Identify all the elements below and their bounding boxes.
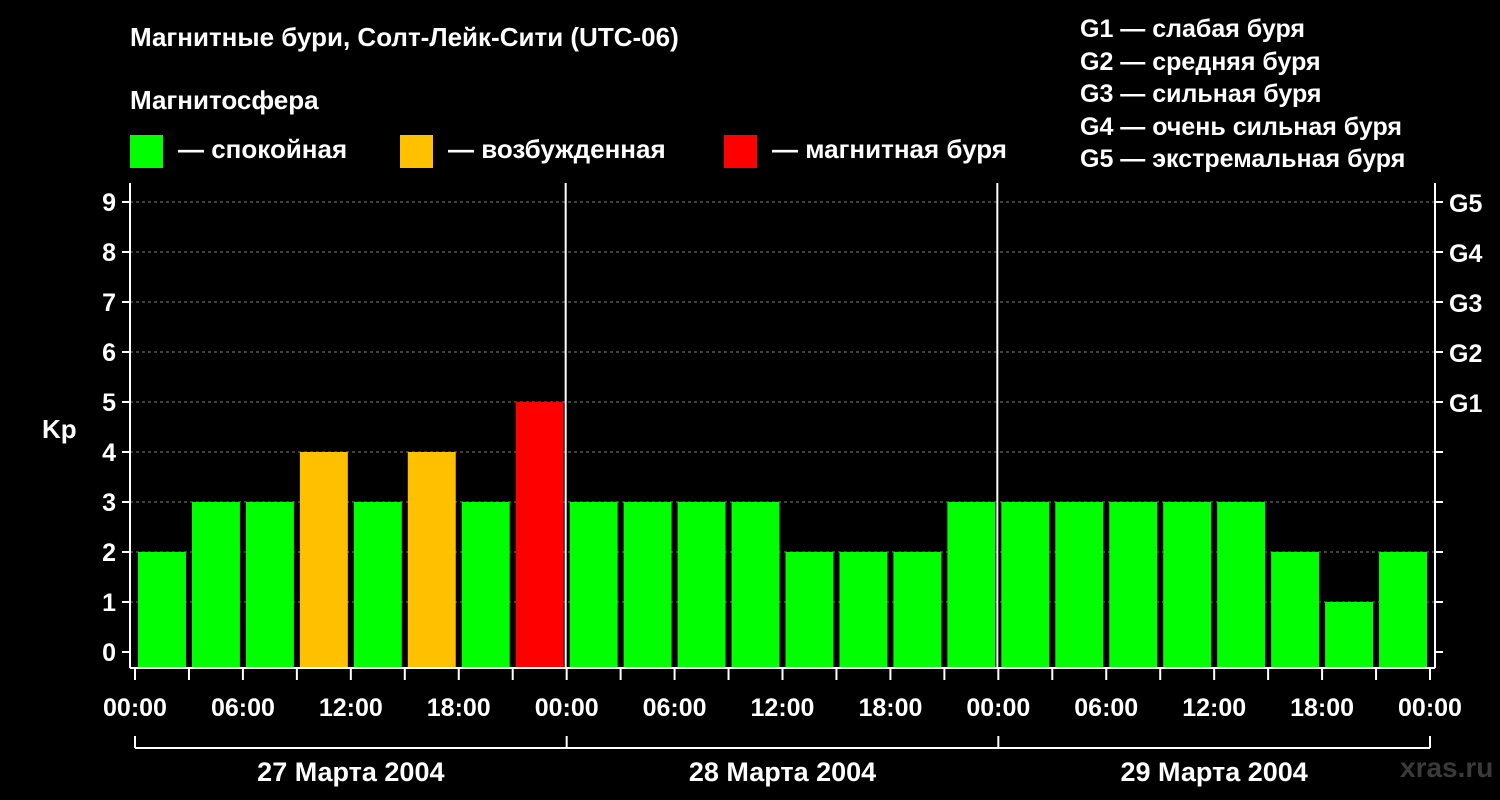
y-axis-label: Kp <box>42 414 77 444</box>
x-tick-label: 18:00 <box>858 694 922 722</box>
kp-bar <box>1271 552 1320 668</box>
kp-bar <box>515 402 564 668</box>
kp-bar <box>353 502 402 668</box>
y-tick-label: 4 <box>102 439 116 467</box>
day-label: 27 Марта 2004 <box>257 757 444 787</box>
y-tick-label: 7 <box>102 289 116 317</box>
kp-bar-chart: 0 1 2 3 4 5 6 7 8 9 G1 G2 G3 G4 G5 Kp 00:00 06:00 12:00 18:… <box>42 183 1482 787</box>
x-tick-label: 06:00 <box>643 694 707 722</box>
kp-bar <box>1001 502 1050 668</box>
x-tick-label: 00:00 <box>966 694 1030 722</box>
y-tick-label: 3 <box>102 489 116 517</box>
kp-bar <box>191 502 240 668</box>
x-tick-label: 18:00 <box>1290 694 1354 722</box>
x-tick-label: 12:00 <box>751 694 815 722</box>
kp-bar <box>1163 502 1212 668</box>
x-tick-label: 00:00 <box>535 694 599 722</box>
kp-bar <box>1325 602 1374 668</box>
kp-bar <box>245 502 294 668</box>
watermark: xras.ru <box>1400 752 1494 783</box>
x-tick-label: 06:00 <box>211 694 275 722</box>
day-label: 28 Марта 2004 <box>689 757 876 787</box>
y-tick-label: 8 <box>102 239 116 267</box>
x-tick-label: 06:00 <box>1074 694 1138 722</box>
y-tick-label: 0 <box>102 639 116 667</box>
day-label: 29 Марта 2004 <box>1121 757 1308 787</box>
kp-bar <box>893 552 942 668</box>
kp-bar <box>1109 502 1158 668</box>
g-scale-label: G5 <box>1449 190 1482 218</box>
g-scale-label: G4 <box>1449 240 1482 268</box>
kp-bar <box>461 502 510 668</box>
kp-bar <box>1217 502 1266 668</box>
kp-bar <box>623 502 672 668</box>
kp-bar <box>785 552 834 668</box>
x-tick-label: 00:00 <box>103 694 167 722</box>
g-scale-label: G3 <box>1449 290 1482 318</box>
y-tick-label: 9 <box>102 189 116 217</box>
y-tick-label: 2 <box>102 539 116 567</box>
y-tick-label: 6 <box>102 339 116 367</box>
x-tick-label: 12:00 <box>319 694 383 722</box>
kp-bar <box>947 502 996 668</box>
kp-bar <box>407 452 456 668</box>
x-tick-label: 12:00 <box>1182 694 1246 722</box>
y-tick-label: 5 <box>102 389 116 417</box>
kp-bar <box>1379 552 1427 668</box>
kp-bar <box>569 502 618 668</box>
kp-bar <box>299 452 348 668</box>
g-scale-label: G1 <box>1449 390 1482 418</box>
y-tick-label: 1 <box>102 589 116 617</box>
g-scale-label: G2 <box>1449 340 1482 368</box>
x-tick-label: 00:00 <box>1398 694 1462 722</box>
kp-bar <box>1055 502 1104 668</box>
kp-bar <box>839 552 888 668</box>
x-tick-label: 18:00 <box>427 694 491 722</box>
kp-bar <box>731 502 780 668</box>
kp-bar <box>677 502 726 668</box>
kp-bar <box>138 552 186 668</box>
